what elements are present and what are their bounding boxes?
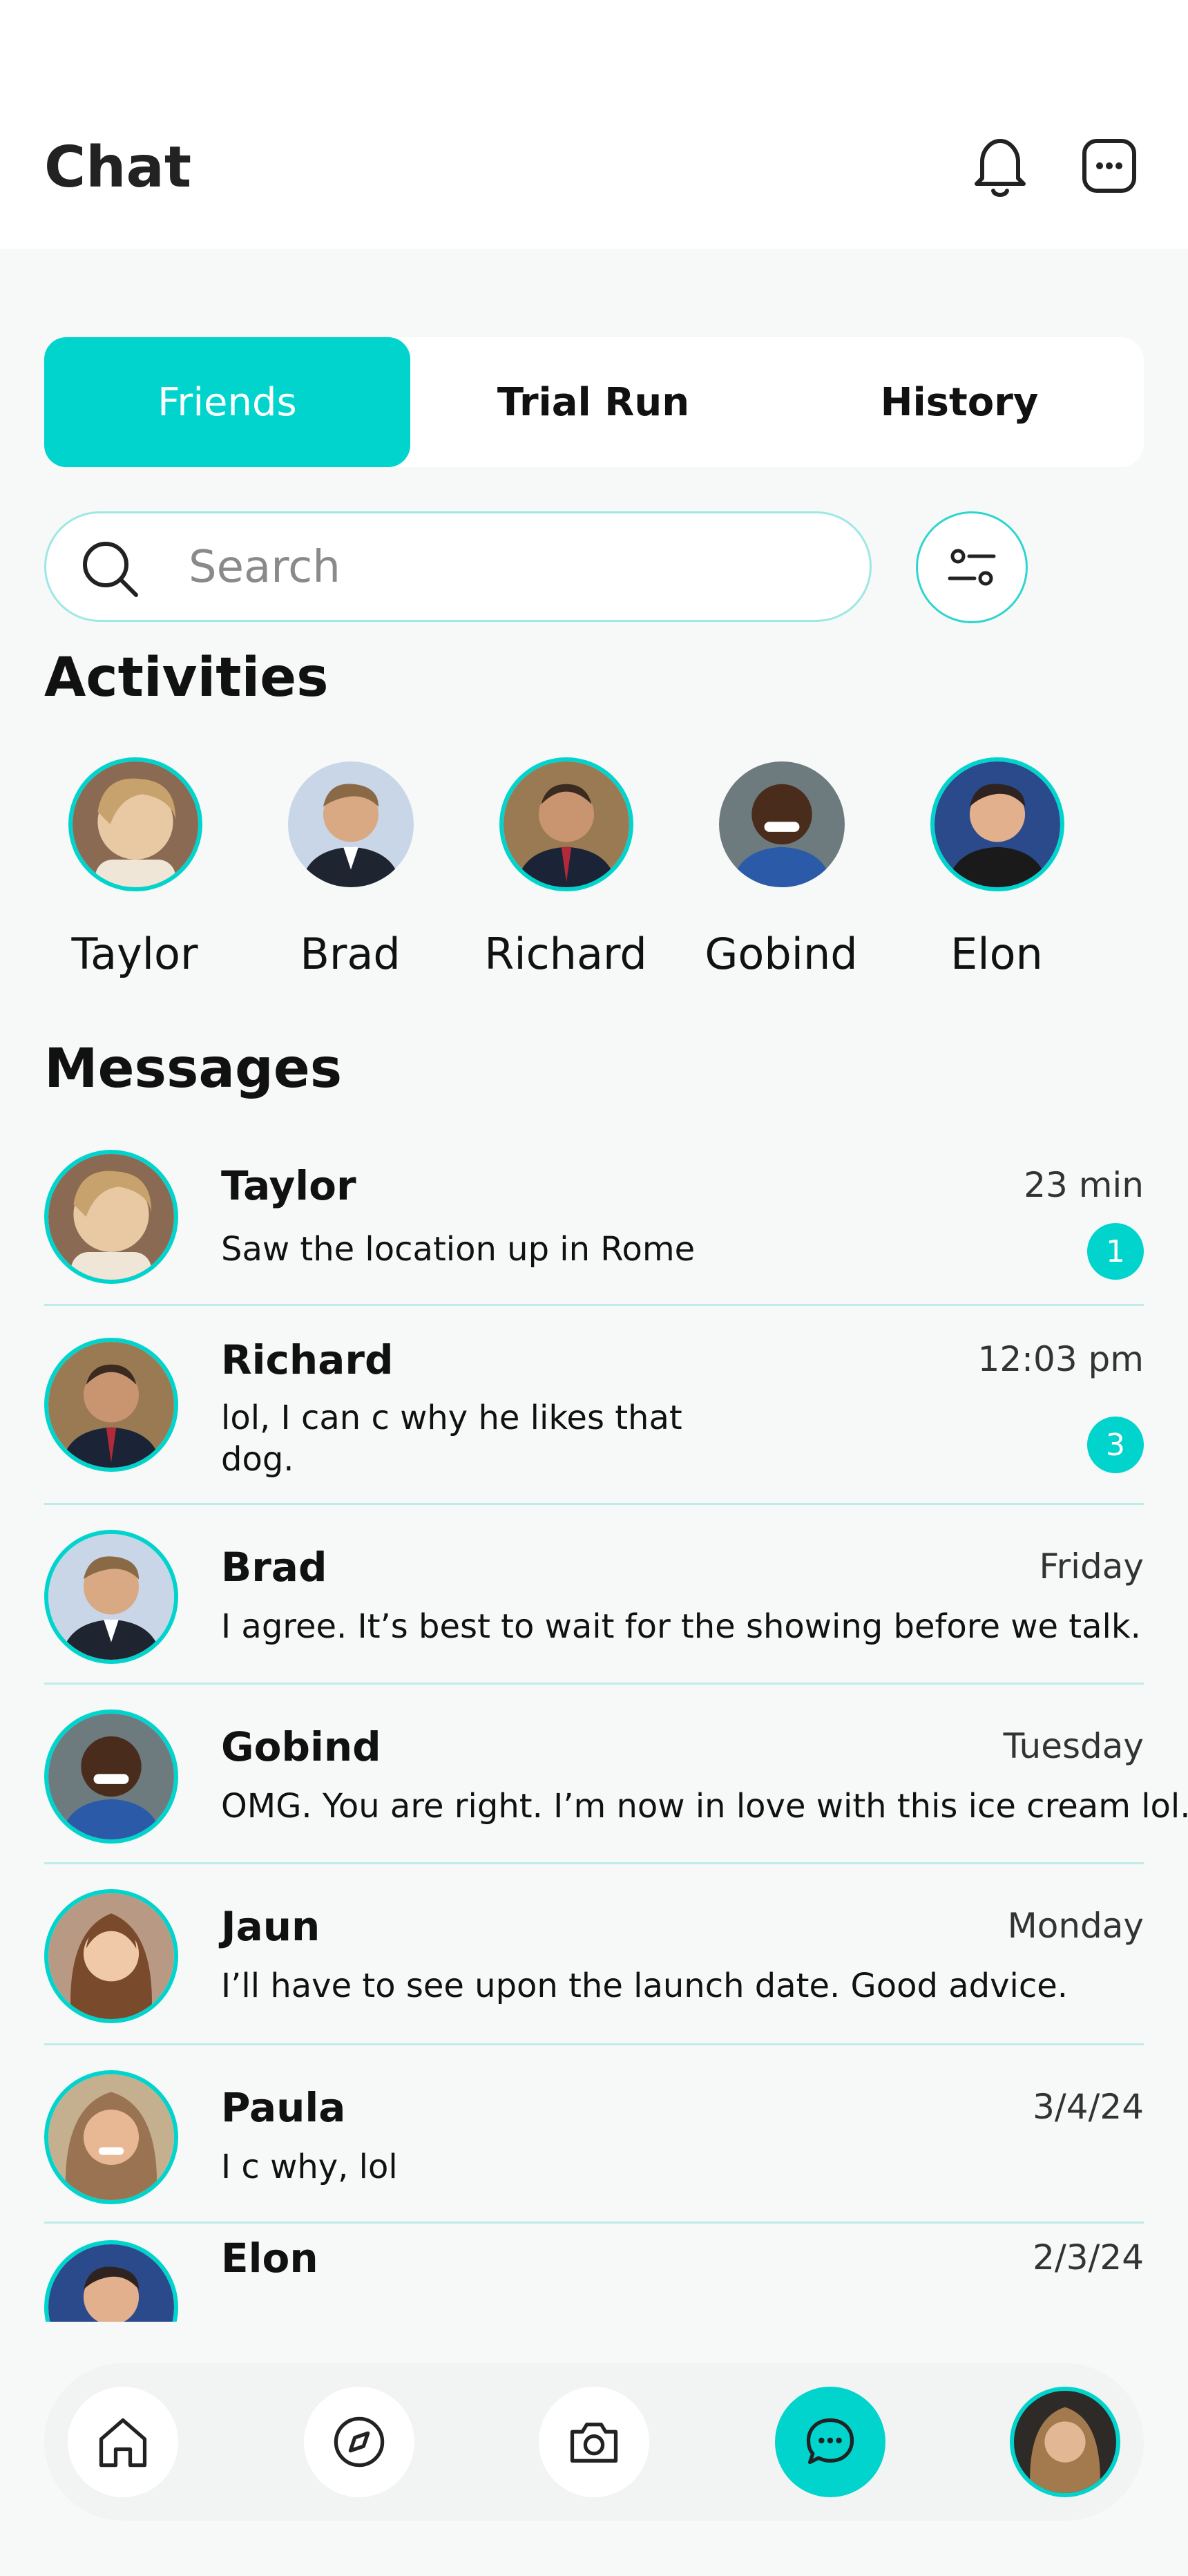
profile-avatar [1014, 2391, 1116, 2493]
activity-name: Richard [484, 929, 647, 979]
avatar [715, 757, 849, 891]
home-icon [99, 2418, 147, 2468]
list-item[interactable]: Richard 12:03 pm lol, I can c why he lik… [44, 1306, 1144, 1505]
activity-richard[interactable]: Richard [472, 757, 659, 992]
filter-button[interactable] [916, 511, 1028, 623]
tab-history[interactable]: History [776, 337, 1142, 467]
contact-name: Jaun [221, 1903, 320, 1950]
message-preview: I c why, lol [221, 2148, 398, 2186]
filter-icon [948, 549, 996, 586]
bottom-navigation [44, 2363, 1144, 2521]
list-item[interactable]: Elon 2/3/24 [44, 2224, 1144, 2322]
search-icon [79, 538, 140, 599]
avatar [930, 757, 1064, 891]
list-item[interactable]: Taylor 23 min Saw the location up in Rom… [44, 1150, 1144, 1306]
avatar [284, 757, 418, 891]
activity-name: Elon [950, 929, 1043, 979]
message-time: Tuesday [1003, 1726, 1144, 1766]
contact-name: Richard [221, 1336, 394, 1383]
search-bar [44, 511, 872, 622]
notifications-icon[interactable] [971, 135, 1029, 199]
contact-name: Paula [221, 2084, 346, 2131]
tab-trial-run[interactable]: Trial Run [410, 337, 776, 467]
more-options-icon[interactable] [1082, 138, 1137, 193]
list-item[interactable]: Jaun Monday I’ll have to see upon the la… [44, 1864, 1144, 2045]
nav-explore[interactable] [304, 2387, 414, 2497]
avatar [499, 757, 633, 891]
message-preview: lol, I can c why he likes that dog. [221, 1399, 682, 1479]
activity-name: Brad [300, 929, 401, 979]
messages-title: Messages [44, 1038, 343, 1100]
contact-name: Gobind [221, 1723, 381, 1770]
list-item[interactable]: Gobind Tuesday OMG. You are right. I’m n… [44, 1685, 1188, 1864]
avatar [44, 1710, 178, 1844]
page-title: Chat [44, 135, 192, 200]
list-item[interactable]: Paula 3/4/24 I c why, lol [44, 2045, 1144, 2224]
unread-badge: 1 [1087, 1223, 1144, 1280]
contact-name: Taylor [221, 1162, 356, 1209]
chat-screen: Chat Friends Trial Run History Search Ac… [0, 0, 1188, 2576]
search-input[interactable] [189, 534, 852, 600]
avatar [44, 1889, 178, 2023]
message-time: Friday [1039, 1546, 1144, 1587]
activity-brad[interactable]: Brad [257, 757, 443, 992]
camera-icon [570, 2423, 618, 2463]
avatar [44, 1338, 178, 1472]
nav-camera[interactable] [539, 2387, 649, 2497]
avatar [44, 1150, 178, 1284]
avatar [44, 1530, 178, 1664]
message-time: 2/3/24 [1033, 2237, 1144, 2277]
message-time: 12:03 pm [977, 1339, 1144, 1379]
message-preview: Saw the location up in Rome [221, 1230, 696, 1269]
list-item[interactable]: Brad Friday I agree. It’s best to wait f… [44, 1505, 1144, 1685]
activity-taylor[interactable]: Taylor [41, 757, 228, 992]
avatar [44, 2070, 178, 2204]
activity-elon[interactable]: Elon [903, 757, 1090, 992]
avatar [44, 2240, 178, 2322]
activity-name: Taylor [71, 929, 198, 979]
contact-name: Brad [221, 1544, 327, 1591]
message-time: Monday [1007, 1906, 1144, 1946]
tab-friends[interactable]: Friends [44, 337, 410, 467]
unread-badge: 3 [1087, 1417, 1144, 1473]
header: Chat [0, 0, 1188, 249]
activities-title: Activities [44, 647, 329, 709]
activity-gobind[interactable]: Gobind [688, 757, 874, 992]
nav-home[interactable] [68, 2387, 178, 2497]
activity-name: Gobind [705, 929, 858, 979]
segmented-tabs: Friends Trial Run History [44, 337, 1144, 467]
message-time: 3/4/24 [1033, 2087, 1144, 2127]
avatar [68, 757, 202, 891]
message-time: 23 min [1024, 1165, 1144, 1205]
compass-icon [334, 2416, 385, 2468]
nav-profile[interactable] [1010, 2387, 1120, 2497]
nav-chat[interactable] [775, 2387, 885, 2497]
messages-list: Taylor 23 min Saw the location up in Rom… [0, 1133, 1188, 2322]
contact-name: Elon [221, 2235, 318, 2282]
chat-icon [806, 2418, 854, 2465]
message-preview: I agree. It’s best to wait for the showi… [221, 1607, 1141, 1646]
message-preview: OMG. You are right. I’m now in love with… [221, 1787, 1188, 1826]
message-preview: I’ll have to see upon the launch date. G… [221, 1967, 1068, 2005]
